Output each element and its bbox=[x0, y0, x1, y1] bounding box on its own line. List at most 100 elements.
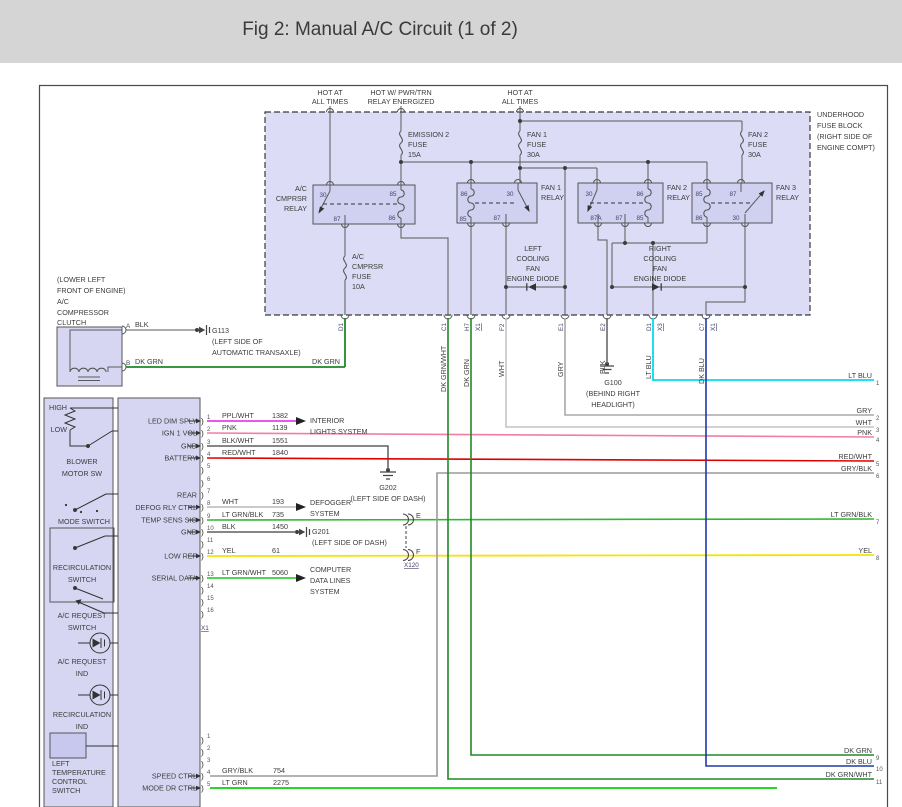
relay-pin: 85 bbox=[389, 191, 397, 198]
compressor-note: (LOWER LEFT bbox=[57, 275, 106, 284]
panel-pin-label: DEFOG RLY CTRL bbox=[135, 503, 197, 512]
fuse-block-note: UNDERHOOD bbox=[817, 110, 864, 119]
wire-dk-grn-wht bbox=[448, 318, 874, 779]
blower-switch-label: BLOWER bbox=[66, 457, 97, 466]
pin-number: 4 bbox=[207, 452, 211, 458]
circuit-number: 193 bbox=[272, 497, 284, 506]
relay-pin: 87 bbox=[333, 216, 341, 223]
g100-label: G100 bbox=[604, 378, 622, 387]
right-pin-number: 11 bbox=[876, 780, 883, 786]
fan1-fuse-label: 30A bbox=[527, 150, 540, 159]
relay-pin: 87 bbox=[493, 215, 501, 222]
connector-id: E1 bbox=[558, 323, 565, 331]
wire-name: LT GRN/WHT bbox=[222, 568, 267, 577]
ac-request-switch-label: SWITCH bbox=[68, 623, 96, 632]
g201-label: (LEFT SIDE OF DASH) bbox=[312, 538, 387, 547]
pin-number: 9 bbox=[207, 514, 211, 520]
connector-id: F2 bbox=[499, 323, 506, 331]
panel-pin-label: GND bbox=[181, 442, 197, 451]
relay-pin: 86 bbox=[695, 215, 703, 222]
right-pin-label: DK GRN bbox=[844, 746, 872, 755]
right-diode-label: FAN bbox=[653, 264, 667, 273]
ac-fuse-label: FUSE bbox=[352, 272, 371, 281]
right-pin-number: 7 bbox=[876, 520, 880, 526]
wire-dk-grn bbox=[471, 318, 874, 755]
wire-label-vertical: DK GRN bbox=[462, 359, 471, 387]
g201-label: G201 bbox=[312, 527, 330, 536]
wire-label-vertical: WHT bbox=[497, 360, 506, 377]
wire-name: RED/WHT bbox=[222, 448, 256, 457]
left-temp-label: CONTROL bbox=[52, 777, 87, 786]
pin-number: 4 bbox=[207, 770, 211, 776]
interior-lights-ref: INTERIOR bbox=[310, 416, 344, 425]
fan1-fuse-label: FUSE bbox=[527, 140, 546, 149]
fuse-block-note: (RIGHT SIDE OF bbox=[817, 132, 873, 141]
relay-pin: 85 bbox=[695, 191, 703, 198]
feed2-label2: RELAY ENERGIZED bbox=[368, 97, 435, 106]
connector-id: C1 bbox=[441, 322, 448, 331]
relay-pin: 87A bbox=[590, 215, 602, 222]
relay-pin: 30 bbox=[732, 215, 740, 222]
pin-connector: ) bbox=[201, 573, 204, 583]
right-pin-number: 5 bbox=[876, 462, 880, 468]
left-diode-label: LEFT bbox=[524, 244, 542, 253]
left-temp-label: LEFT bbox=[52, 759, 70, 768]
wire-name: PNK bbox=[222, 423, 237, 432]
wire-lt-blu bbox=[653, 318, 874, 380]
ac-relay-name: A/C bbox=[295, 184, 307, 193]
blower-high-label: HIGH bbox=[49, 403, 67, 412]
pin-connector: ) bbox=[201, 747, 204, 757]
pin-number: 5 bbox=[207, 464, 211, 470]
compressor-pin-a: A bbox=[126, 323, 131, 330]
wire-label-vertical: BLK bbox=[598, 360, 607, 374]
fan1-fuse-label: FAN 1 bbox=[527, 130, 547, 139]
panel-pin-label: SPEED CTRL bbox=[152, 772, 197, 781]
left-diode-label: ENGINE DIODE bbox=[507, 274, 560, 283]
circuit-number: 61 bbox=[272, 546, 280, 555]
fuse-block-note: FUSE BLOCK bbox=[817, 121, 863, 130]
ac-fuse-label: A/C bbox=[352, 252, 364, 261]
connector-e-label: E bbox=[416, 511, 421, 520]
compressor-wire-b-label-right: DK GRN bbox=[312, 357, 340, 366]
panel-pin-label: SERIAL DATA bbox=[152, 574, 198, 583]
circuit-number: 754 bbox=[273, 766, 285, 775]
right-pin-number: 6 bbox=[876, 474, 880, 480]
interior-lights-ref: LIGHTS SYSTEM bbox=[310, 427, 368, 436]
wire-name: PPL/WHT bbox=[222, 411, 255, 420]
wiring-diagram-page: Fig 2: Manual A/C Circuit (1 of 2) bbox=[0, 0, 902, 807]
g113-label: G113 bbox=[212, 326, 229, 335]
wire-name: BLK/WHT bbox=[222, 436, 255, 445]
pin-number: 14 bbox=[207, 584, 214, 590]
inline-ground-arrow-icons bbox=[199, 327, 305, 536]
feed1-label: HOT AT bbox=[317, 88, 343, 97]
ac-fuse-label: 10A bbox=[352, 282, 365, 291]
pin-connector: ) bbox=[201, 551, 204, 561]
connector-id: D1 bbox=[338, 322, 345, 331]
right-pin-number: 2 bbox=[876, 416, 880, 422]
wire-name: WHT bbox=[222, 497, 239, 506]
wire-name: LT GRN bbox=[222, 778, 248, 787]
right-pin-label: LT BLU bbox=[848, 371, 872, 380]
recirc-ind-label: IND bbox=[76, 722, 88, 731]
fan3-relay-name: RELAY bbox=[776, 193, 799, 202]
wire-red-wht-1840 bbox=[207, 458, 874, 461]
panel-pin-label: LOW REF bbox=[164, 552, 197, 561]
pin-number: 12 bbox=[207, 550, 214, 556]
computer-data-ref: COMPUTER bbox=[310, 565, 351, 574]
wire-lt-grn-blk-735 bbox=[207, 519, 874, 520]
g113-label: AUTOMATIC TRANSAXLE) bbox=[212, 348, 301, 357]
right-pin-label: PNK bbox=[857, 428, 872, 437]
pin-number: 3 bbox=[207, 758, 211, 764]
pin-connector: ) bbox=[201, 502, 204, 512]
compressor-note: CLUTCH bbox=[57, 318, 86, 327]
connector-id: D1 bbox=[646, 322, 653, 331]
defogger-ref: SYSTEM bbox=[310, 509, 340, 518]
pin-number: 8 bbox=[207, 501, 211, 507]
mode-detent-dot bbox=[65, 504, 67, 506]
ac-relay-name: CMPRSR bbox=[276, 194, 307, 203]
circuit-number: 1840 bbox=[272, 448, 288, 457]
circuit-number: 1382 bbox=[272, 411, 288, 420]
ac-relay-name: RELAY bbox=[284, 204, 307, 213]
right-pin-number: 9 bbox=[876, 756, 880, 762]
pin-connector: ) bbox=[201, 585, 204, 595]
